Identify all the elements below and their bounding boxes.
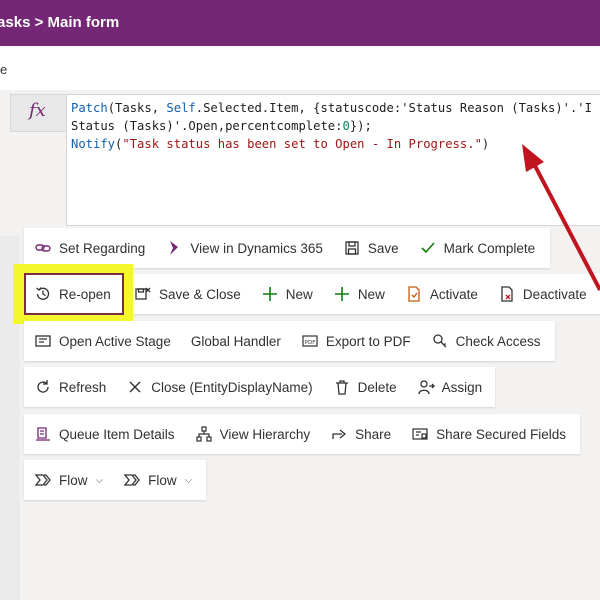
activate-button[interactable]: Activate [395,274,488,314]
formula-area: fx Patch(Tasks, Self.Selected.Item, {sta… [0,90,600,236]
svg-text:PDF: PDF [305,340,316,346]
queue-item-details-button[interactable]: Queue Item Details [24,414,185,454]
flow-button-1[interactable]: Flow ⌵ [24,460,113,500]
share-label: Share [355,426,392,442]
new-button-2[interactable]: New [323,274,395,314]
deactivate-button[interactable]: Deactivate [488,274,597,314]
save-button[interactable]: Save [333,228,409,268]
share-secured-fields-button[interactable]: Share Secured Fields [401,414,576,454]
global-handler-label: Global Handler [190,333,281,349]
formula-line-2: Status (Tasks)'.Open,percentcomplete:0})… [71,119,372,133]
key-search-icon [431,332,449,350]
flow-label-1: Flow [59,472,88,488]
mark-complete-button[interactable]: Mark Complete [409,228,546,268]
dynamics-icon [165,239,183,257]
delete-button[interactable]: Delete [323,367,407,407]
plus-icon [333,285,351,303]
command-row-6: Flow ⌵ Flow ⌵ [24,460,206,500]
stage-icon [34,332,52,350]
delete-label: Delete [357,379,397,395]
secured-share-icon [411,425,429,443]
chevron-down-icon: ⌵ [184,474,193,486]
close-icon [126,378,144,396]
trash-icon [333,378,351,396]
plus-icon [261,285,279,303]
activate-label: Activate [429,286,478,302]
check-access-label: Check Access [455,333,541,349]
subbar-text: e [0,62,8,77]
refresh-icon [34,378,52,396]
set-regarding-label: Set Regarding [59,240,146,256]
save-icon [343,239,361,257]
command-row-4: Refresh Close (EntityDisplayName) Delete… [24,367,495,407]
close-entity-button[interactable]: Close (EntityDisplayName) [116,367,322,407]
link-icon [34,239,52,257]
new-label-1: New [285,286,313,302]
view-in-dynamics-button[interactable]: View in Dynamics 365 [155,228,333,268]
share-secured-fields-label: Share Secured Fields [436,426,566,442]
pdf-icon: PDF [301,332,319,350]
formula-code: Patch(Tasks, Self.Selected.Item, {status… [71,99,592,153]
command-subbar: e [0,46,600,90]
queue-icon [34,425,52,443]
title-bar: Tasks > Main form [0,0,600,46]
fx-icon: fx [29,100,46,121]
formula-editor[interactable]: Patch(Tasks, Self.Selected.Item, {status… [66,94,600,226]
view-hierarchy-button[interactable]: View Hierarchy [185,414,321,454]
open-active-stage-label: Open Active Stage [59,333,171,349]
assign-label: Assign [441,379,483,395]
command-row-3: Open Active Stage Global Handler PDF Exp… [24,321,555,361]
new-label-2: New [357,286,385,302]
deactivate-icon [498,285,516,303]
re-open-label: Re-open [59,286,111,302]
view-hierarchy-label: View Hierarchy [219,426,311,442]
save-close-label: Save & Close [159,286,241,302]
chevron-down-icon: ⌵ [95,474,104,486]
formula-line-3: Notify("Task status has been set to Open… [71,137,490,151]
check-access-button[interactable]: Check Access [421,321,551,361]
command-row-1: Set Regarding View in Dynamics 365 Save … [24,228,550,268]
page-title: Tasks > Main form [0,14,120,31]
assign-icon [417,378,435,396]
save-label: Save [367,240,399,256]
fx-button[interactable]: fx [10,94,68,132]
mark-complete-label: Mark Complete [443,240,536,256]
close-entity-label: Close (EntityDisplayName) [151,379,313,395]
set-regarding-button[interactable]: Set Regarding [24,228,155,268]
export-to-pdf-label: Export to PDF [325,333,411,349]
history-icon [34,285,52,303]
deactivate-label: Deactivate [522,286,587,302]
global-handler-button[interactable]: Global Handler [181,321,291,361]
checkmark-icon [419,239,437,257]
share-button[interactable]: Share [320,414,401,454]
formula-line-1: Patch(Tasks, Self.Selected.Item, {status… [71,101,592,115]
export-to-pdf-button[interactable]: PDF Export to PDF [291,321,421,361]
refresh-label: Refresh [59,379,107,395]
flow-label-2: Flow [148,472,177,488]
command-row-5: Queue Item Details View Hierarchy Share … [24,414,580,454]
view-in-dynamics-label: View in Dynamics 365 [190,240,323,256]
share-icon [330,425,348,443]
refresh-button[interactable]: Refresh [24,367,116,407]
save-close-icon [134,285,152,303]
save-close-button[interactable]: Save & Close [124,274,251,314]
re-open-button[interactable]: Re-open [24,273,124,315]
new-button-1[interactable]: New [251,274,323,314]
queue-item-details-label: Queue Item Details [59,426,175,442]
flow-icon [34,471,52,489]
open-active-stage-button[interactable]: Open Active Stage [24,321,181,361]
assign-button[interactable]: Assign [407,367,493,407]
activate-icon [405,285,423,303]
flow-icon [123,471,141,489]
hierarchy-icon [195,425,213,443]
flow-button-2[interactable]: Flow ⌵ [113,460,202,500]
